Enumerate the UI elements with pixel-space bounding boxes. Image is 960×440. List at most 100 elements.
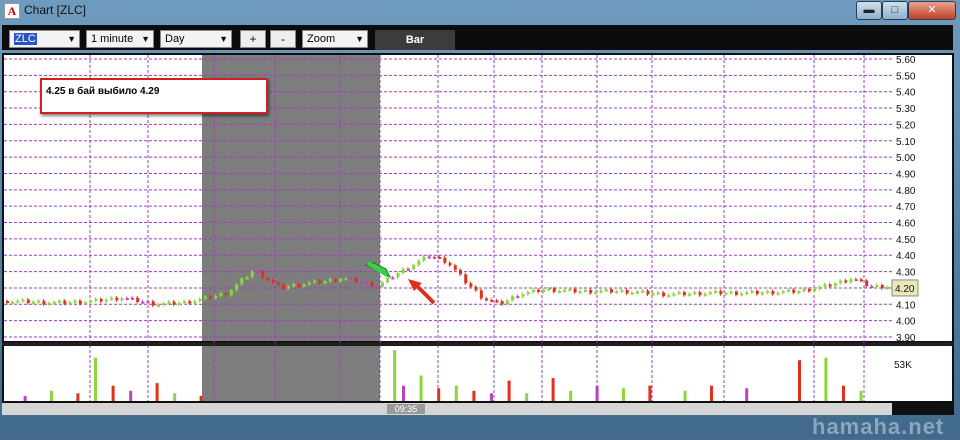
price-tick-label: 5.00	[896, 153, 916, 164]
price-tick-label: 4.90	[896, 169, 916, 180]
price-tick-label: 4.60	[896, 219, 916, 230]
candle-body	[73, 300, 77, 303]
candle-body	[157, 304, 161, 307]
minimize-button[interactable]: ▬	[856, 1, 882, 20]
volume-bar	[842, 385, 845, 401]
candle-body	[672, 293, 676, 296]
candle-body	[547, 288, 551, 291]
candle-body	[412, 264, 416, 270]
price-tick-label: 5.20	[896, 120, 916, 131]
candle-body	[313, 280, 317, 283]
horizontal-scrollbar[interactable]: 09:35	[2, 403, 892, 415]
candle-body	[432, 256, 436, 259]
title-bar[interactable]: A Chart [ZLC] ▬ □ ✕	[0, 0, 960, 21]
candle-body	[183, 301, 187, 304]
price-tick-label: 4.50	[896, 235, 916, 246]
annotation-box[interactable]: 4.25 в бай выбило 4.29	[40, 78, 268, 114]
price-tick-label: 5.40	[896, 88, 916, 99]
candle-body	[219, 293, 223, 296]
interval-value: 1 minute	[91, 33, 134, 45]
symbol-select[interactable]: ZLC ▼	[9, 30, 80, 48]
volume-bar	[199, 395, 203, 401]
candle-body	[146, 301, 150, 304]
candle-body	[610, 289, 614, 293]
candle-body	[625, 289, 629, 294]
candle-body	[636, 291, 640, 294]
zoom-out-button[interactable]: -	[270, 30, 296, 48]
candle-body	[651, 293, 655, 296]
candle-body	[318, 280, 322, 284]
chart-toolbar: ZLC ▼ 1 minute ▼ Day ▼ + - Zoom ▼ Bar	[2, 25, 953, 50]
candle-body	[130, 297, 134, 300]
candle-body	[406, 268, 410, 271]
candle-body	[568, 288, 572, 291]
price-tick-label: 4.80	[896, 186, 916, 197]
candle-body	[386, 277, 390, 283]
candle-body	[500, 301, 504, 305]
volume-bar	[745, 388, 749, 401]
candle-body	[818, 286, 822, 290]
candle-body	[203, 296, 207, 299]
volume-bar	[683, 390, 687, 401]
price-candle	[479, 288, 483, 301]
candle-body	[360, 281, 364, 284]
volume-pane	[4, 346, 892, 401]
candle-body	[32, 301, 36, 304]
bar-type-button[interactable]: Bar	[375, 30, 455, 50]
candle-body	[261, 271, 265, 278]
candle-body	[516, 296, 520, 299]
candle-body	[339, 278, 343, 282]
candle-body	[594, 291, 598, 294]
candle-body	[630, 292, 634, 295]
price-tick-label: 5.10	[896, 137, 916, 148]
close-button[interactable]: ✕	[908, 1, 956, 20]
candle-body	[620, 289, 624, 292]
volume-bar	[551, 378, 555, 401]
candle-body	[214, 295, 218, 299]
candle-body	[469, 283, 473, 287]
candle-body	[266, 277, 270, 281]
range-select[interactable]: Day ▼	[160, 30, 232, 48]
candle-body	[880, 284, 884, 289]
candle-body	[334, 278, 338, 282]
candle-body	[813, 289, 817, 292]
candle-body	[604, 289, 608, 292]
interval-select[interactable]: 1 minute ▼	[86, 30, 154, 48]
candle-body	[849, 279, 853, 283]
candle-body	[459, 269, 463, 275]
volume-bar	[50, 390, 53, 401]
candle-body	[761, 292, 765, 295]
volume-bar	[393, 350, 397, 401]
candle-body	[255, 271, 259, 274]
app-logo-icon: A	[4, 3, 20, 19]
candle-body	[557, 290, 561, 293]
price-tick-label: 4.00	[896, 317, 916, 328]
maximize-button[interactable]: □	[882, 1, 908, 20]
volume-bar	[472, 390, 476, 401]
candle-body	[151, 301, 155, 306]
volume-bar	[155, 383, 159, 401]
candle-body	[250, 271, 254, 278]
candle-body	[745, 292, 749, 295]
candle-body	[708, 292, 712, 295]
zoom-value: Zoom	[307, 33, 336, 45]
candle-body	[766, 291, 770, 294]
candle-body	[750, 290, 754, 293]
zoom-select[interactable]: Zoom ▼	[302, 30, 368, 48]
candle-body	[844, 280, 848, 283]
candle-body	[479, 290, 483, 299]
scroll-thumb[interactable]: 09:35	[387, 404, 425, 414]
candle-body	[448, 262, 452, 266]
candle-body	[443, 257, 447, 263]
volume-bar	[23, 395, 27, 401]
volume-bar	[111, 385, 115, 401]
volume-bar	[437, 388, 441, 401]
candle-body	[807, 289, 811, 292]
volume-bar	[859, 390, 863, 401]
price-tick-label: 4.10	[896, 300, 916, 311]
candle-body	[755, 290, 759, 295]
candle-body	[656, 292, 660, 295]
candle-body	[703, 293, 707, 296]
zoom-in-button[interactable]: +	[240, 30, 266, 48]
price-tick-label: 3.90	[896, 333, 916, 344]
